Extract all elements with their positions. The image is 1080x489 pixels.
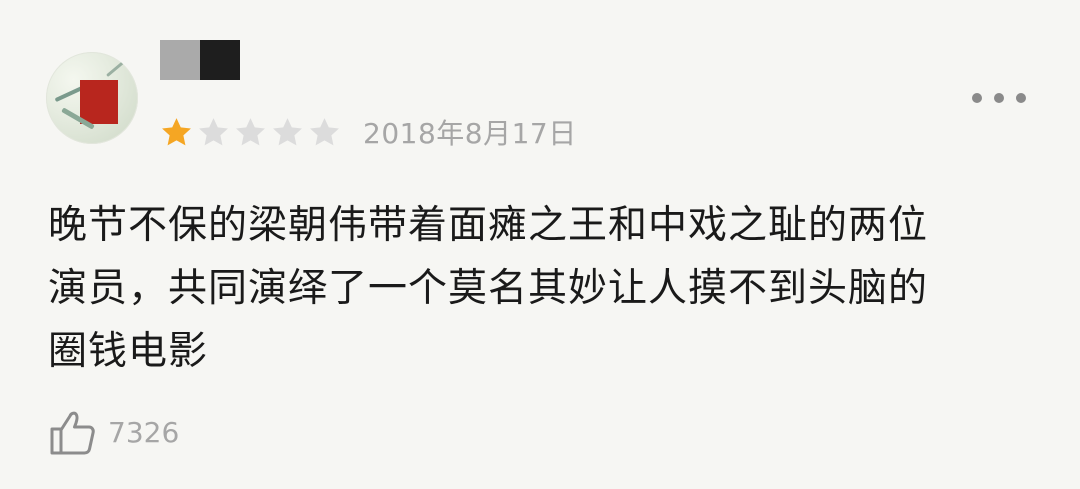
- review-text-line: 晚节不保的梁朝伟带着面瘫之王和中戏之耻的两位: [48, 203, 929, 248]
- more-dot: [994, 93, 1004, 103]
- review-text-line: 演员，共同演绎了一个莫名其妙让人摸不到头脑的: [48, 266, 929, 311]
- avatar-decoration: [106, 57, 128, 78]
- redacted-username: [160, 40, 240, 80]
- rating-row: 2018年8月17日: [160, 112, 577, 152]
- redaction-block: [200, 40, 240, 80]
- more-dot: [972, 93, 982, 103]
- star-empty-icon: [273, 117, 302, 145]
- star-rating: [160, 116, 345, 149]
- review-card: 2018年8月17日 晚节不保的梁朝伟带着面瘫之王和中戏之耻的两位 演员，共同演…: [0, 0, 1080, 489]
- more-options-button[interactable]: [972, 84, 1026, 112]
- like-count: 7326: [108, 415, 180, 449]
- star-empty-icon: [310, 117, 339, 145]
- star-empty-icon: [236, 117, 265, 145]
- user-avatar[interactable]: [46, 52, 138, 144]
- thumbs-up-icon[interactable]: [48, 407, 98, 457]
- more-dot: [1016, 93, 1026, 103]
- review-body: 晚节不保的梁朝伟带着面瘫之王和中戏之耻的两位 演员，共同演绎了一个莫名其妙让人摸…: [48, 194, 1038, 383]
- avatar-seal: [80, 80, 118, 124]
- star-empty-icon: [199, 117, 228, 145]
- review-text-line: 圈钱电影: [48, 329, 209, 374]
- review-date: 2018年8月17日: [363, 117, 577, 150]
- star-filled-icon: [162, 117, 191, 145]
- like-row: 7326: [48, 404, 179, 460]
- redaction-block: [160, 40, 200, 80]
